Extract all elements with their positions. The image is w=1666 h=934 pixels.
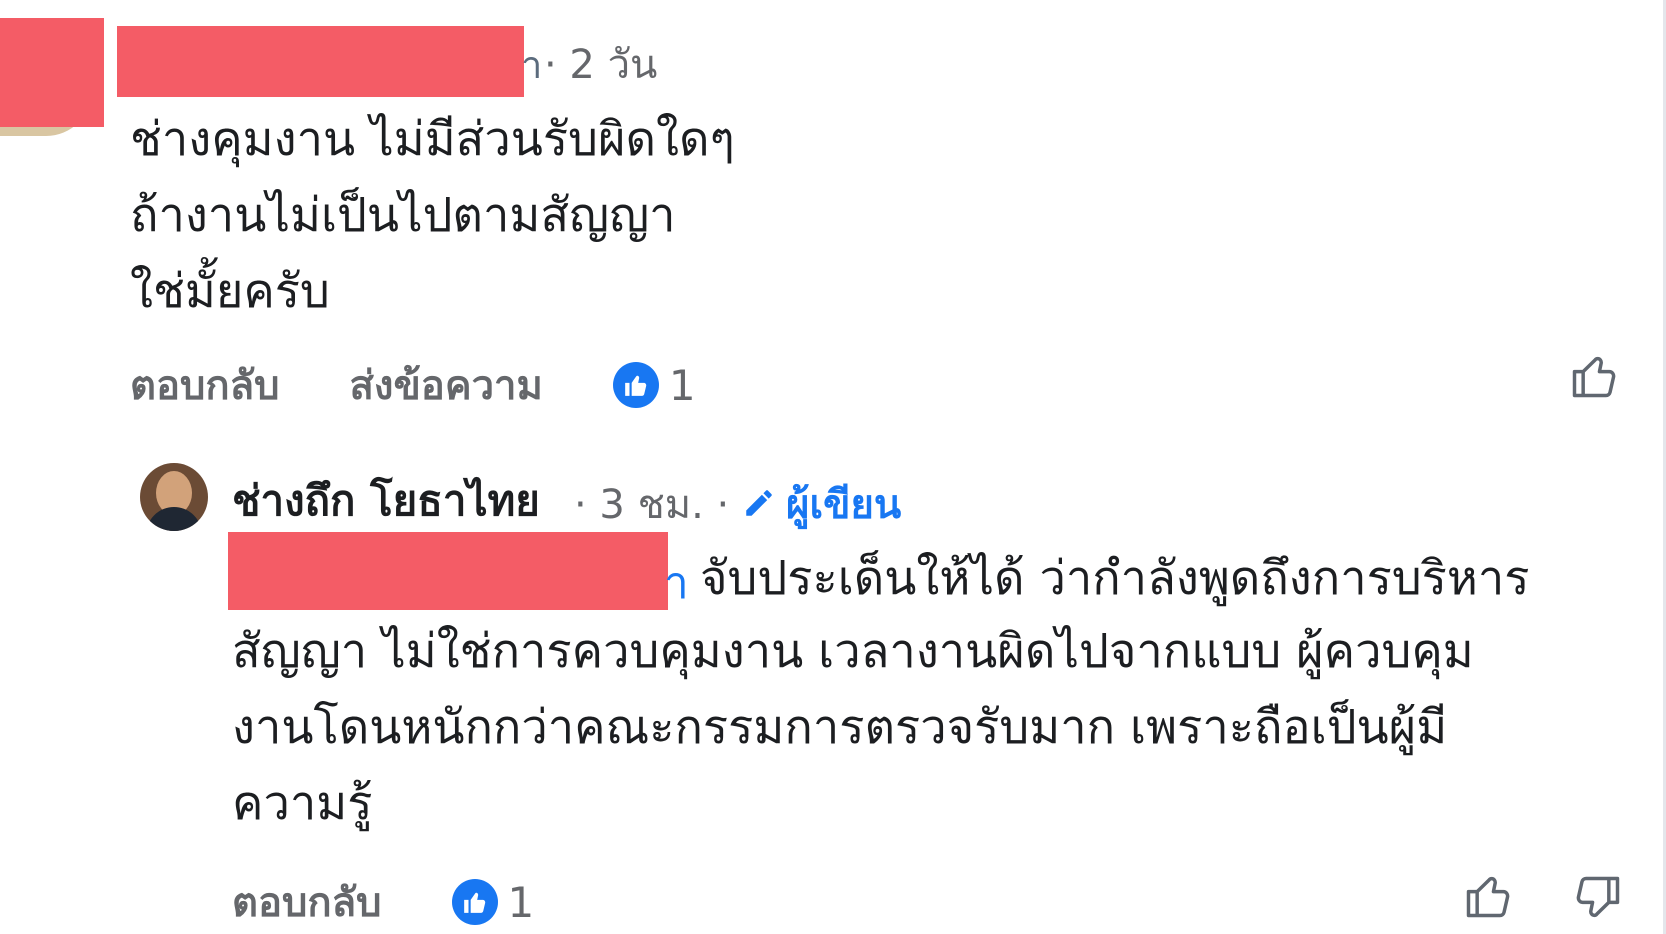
like-badge-icon <box>451 879 498 925</box>
comment-thread: า · 2 วัน ช่างคุมงาน ไม่มีส่วนรับผิดใดๆ … <box>0 0 1666 934</box>
reply-timestamp[interactable]: · 3 ชม. · <box>574 472 729 536</box>
thumb-up-icon[interactable] <box>1568 350 1620 402</box>
thumb-down-icon[interactable] <box>1572 872 1624 924</box>
comment-text: ช่างคุมงาน ไม่มีส่วนรับผิดใดๆ ถ้างานไม่เ… <box>130 112 735 319</box>
reply-text-line: จับประเด็นให้ได้ ว่ากำลังพูดถึงการบริหาร <box>700 551 1530 606</box>
author-badge: ผู้เขียน <box>786 482 902 528</box>
thumb-up-icon[interactable] <box>1462 870 1514 922</box>
like-badge-icon <box>612 362 659 408</box>
avatar[interactable] <box>140 463 208 531</box>
reply-button[interactable]: ตอบกลับ <box>130 353 280 417</box>
redaction-block <box>0 18 104 127</box>
message-button[interactable]: ส่งข้อความ <box>350 353 543 417</box>
reaction-summary[interactable]: 1 <box>612 360 696 410</box>
reply-button[interactable]: ตอบกลับ <box>232 870 382 934</box>
mention-fragment[interactable]: า <box>664 548 689 618</box>
reaction-count: 1 <box>507 877 535 927</box>
author-name[interactable]: ช่างถึก โยธาไทย <box>232 468 540 534</box>
avatar-body <box>146 507 202 531</box>
author-name-fragment[interactable]: า <box>521 34 542 95</box>
comment-timestamp[interactable]: · 2 วัน <box>544 32 657 96</box>
reaction-summary[interactable]: 1 <box>451 877 535 927</box>
comment-actions: ตอบกลับ ส่งข้อความ 1 <box>130 350 696 420</box>
pencil-icon <box>746 490 772 516</box>
reply-actions: ตอบกลับ 1 <box>232 870 534 934</box>
reaction-count: 1 <box>668 360 696 410</box>
redaction-block <box>228 532 668 610</box>
redaction-block <box>117 26 524 97</box>
reply-text: สัญญา ไม่ใช่การควบคุมงาน เวลางานผิดไปจาก… <box>232 624 1474 831</box>
